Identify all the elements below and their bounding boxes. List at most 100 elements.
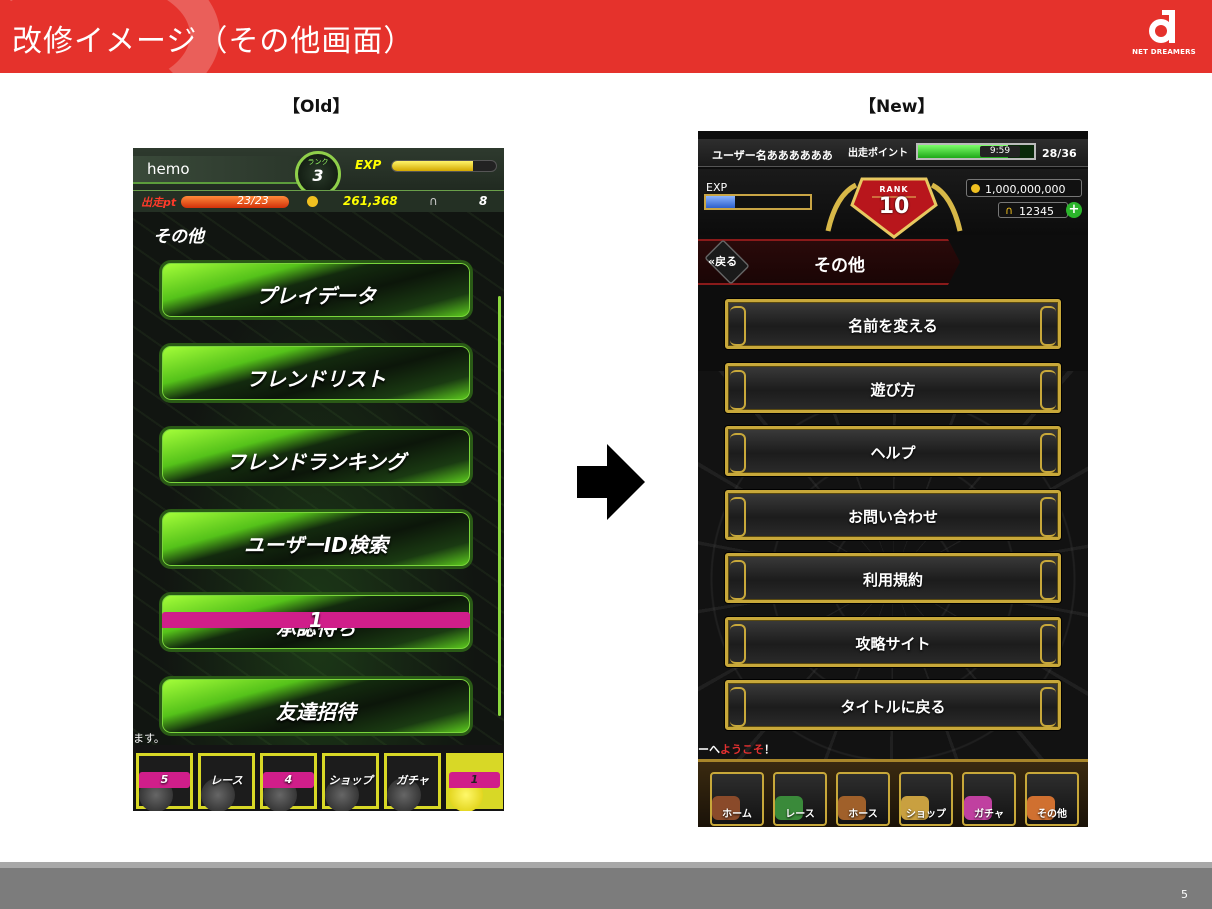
old-menu-button[interactable]: フレンドランキング — [159, 426, 473, 486]
new-screen: ユーザー名ああああああ 出走ポイント 9:59 28/36 EXP RANK 1… — [698, 131, 1088, 827]
new-exp-label: EXP — [706, 181, 728, 194]
new-nav-tab-label: ホース — [848, 809, 878, 820]
new-pt-value: 28/36 — [1042, 147, 1077, 160]
new-nav-tab-label: ショップ — [906, 809, 946, 820]
logo-mark-icon — [1149, 10, 1175, 43]
new-menu-button[interactable]: 名前を変える — [725, 299, 1061, 349]
slide-title: 改修イメージ（その他画面） — [12, 24, 415, 59]
new-coins: 1,000,000,000 — [985, 183, 1066, 196]
new-coin-box: 1,000,000,000 — [966, 179, 1082, 197]
notification-badge: 4 — [263, 772, 314, 788]
new-menu-button-label: 攻略サイト — [855, 634, 931, 653]
new-nav-tab[interactable]: その他 — [1025, 772, 1079, 826]
old-nav-tab-label: ガチャ — [396, 774, 429, 787]
old-pt-value: 23/23 — [237, 194, 269, 207]
net-dreamers-logo: NET DREAMERS — [1124, 6, 1204, 70]
old-menu-button-label: プレイデータ — [256, 284, 376, 308]
new-menu-button[interactable]: 遊び方 — [725, 362, 1061, 413]
old-nav-tab[interactable]: ホース4 — [260, 753, 317, 811]
old-menu-button-label: 友達招待 — [276, 700, 356, 724]
new-nav-tab-label: その他 — [1037, 809, 1067, 820]
notification-badge: 1 — [162, 610, 470, 630]
new-nav-tab[interactable]: ホーム — [710, 772, 764, 826]
old-horseshoes: 8 — [479, 194, 488, 208]
new-nav-tab[interactable]: レース — [773, 772, 827, 826]
old-status-header: hemo ランク 3 EXP 出走pt 23/23 261,368 ∩ 8 — [133, 148, 504, 212]
old-nav-tab-label: ショップ — [328, 774, 373, 787]
old-pt-label: 出走pt — [141, 196, 177, 209]
new-menu-button[interactable]: お問い合わせ — [725, 489, 1061, 540]
back-text: 戻る — [715, 255, 738, 268]
new-menu-button[interactable]: 利用規約 — [725, 553, 1061, 603]
old-scrollbar[interactable] — [498, 296, 501, 716]
old-ticker: ます。 — [133, 732, 165, 745]
new-username: ユーザー名ああああああ — [712, 149, 833, 162]
old-menu-button[interactable]: フレンドリスト — [159, 343, 473, 403]
slide: 改修イメージ（その他画面） NET DREAMERS 【Old】 【New】 h… — [0, 0, 1212, 909]
new-nav-tab-label: ホーム — [722, 809, 752, 820]
new-status-panel: EXP RANK 10 1,000,000,000 ∩ 12345 + — [698, 169, 1088, 239]
ticker-prefix: ーへ — [698, 743, 720, 756]
coin-icon — [971, 184, 980, 193]
new-nav-tab-label: レース — [785, 809, 815, 820]
old-section-title: その他 — [153, 227, 204, 247]
old-menu-button-label: ユーザーID検索 — [244, 533, 388, 557]
new-horseshoes: 12345 — [1019, 205, 1054, 218]
old-bottom-nav: ホーム5 レース ホース4 ショップ ガチャ その他1 — [133, 745, 504, 811]
old-nav-tab[interactable]: その他1 — [446, 753, 503, 811]
new-menu-button-label: タイトルに戻る — [840, 698, 946, 716]
old-menu-button[interactable]: 友達招待 — [159, 676, 473, 736]
old-screen: hemo ランク 3 EXP 出走pt 23/23 261,368 ∩ 8 その… — [133, 148, 504, 811]
old-menu-button[interactable]: プレイデータ — [159, 260, 473, 320]
new-menu-button-label: お問い合わせ — [847, 507, 938, 526]
new-menu-button-label: ヘルプ — [870, 444, 916, 462]
new-nav-tab[interactable]: ホース — [836, 772, 890, 826]
old-rank-value: 3 — [312, 166, 324, 185]
new-nav-tab[interactable]: ガチャ — [962, 772, 1016, 826]
coin-icon — [307, 196, 318, 207]
old-exp-fill — [392, 161, 474, 171]
old-exp-label: EXP — [355, 158, 382, 172]
old-menu-button-label: フレンドリスト — [246, 367, 386, 391]
new-menu-button[interactable]: ヘルプ — [725, 426, 1061, 476]
new-menu-button[interactable]: 攻略サイト — [725, 616, 1061, 667]
old-exp-bar — [391, 160, 497, 172]
horseshoe-icon: ∩ — [429, 194, 438, 208]
new-menu-button[interactable]: タイトルに戻る — [725, 680, 1061, 730]
old-nav-tab[interactable]: ショップ — [322, 753, 379, 811]
new-rank-badge: RANK 10 — [822, 175, 966, 239]
logo-text: NET DREAMERS — [1132, 48, 1196, 56]
new-menu-button-label: 名前を変える — [848, 317, 938, 335]
new-rank-value: 10 — [878, 194, 910, 219]
new-exp-bar — [704, 194, 812, 210]
footer-bar: 5 — [0, 862, 1212, 909]
old-user-panel: hemo — [133, 156, 303, 184]
old-pt-bar — [181, 196, 289, 208]
new-bottom-nav: ホーム レース ホース ショップ ガチャ その他 — [698, 759, 1088, 827]
old-menu-button[interactable]: ユーザーID検索 — [159, 509, 473, 569]
new-caption: 【New】 — [859, 97, 935, 117]
old-nav-tab[interactable]: ホーム5 — [136, 753, 193, 811]
page-number: 5 — [1181, 888, 1188, 901]
back-label: «戻る — [708, 255, 738, 268]
new-section-title: その他 — [814, 256, 865, 276]
new-exp-fill — [706, 196, 736, 208]
horseshoe-icon: ∩ — [1005, 204, 1014, 217]
new-nav-tab-label: ガチャ — [974, 809, 1004, 820]
old-menu-button[interactable]: 承認待ち 1 — [159, 592, 473, 652]
new-top-bar: ユーザー名ああああああ 出走ポイント 9:59 28/36 — [698, 139, 1088, 167]
old-nav-tab-label: レース — [210, 774, 243, 787]
add-horseshoe-button[interactable]: + — [1066, 202, 1082, 218]
new-pt-label: 出走ポイント — [848, 148, 908, 159]
new-nav-tab[interactable]: ショップ — [899, 772, 953, 826]
ticker-suffix: ！ — [764, 743, 775, 756]
new-ticker: ーへようこそ！ — [698, 741, 775, 757]
new-horseshoe-box: ∩ 12345 — [998, 202, 1068, 218]
old-nav-tab[interactable]: ガチャ — [384, 753, 441, 811]
old-nav-tab[interactable]: レース — [198, 753, 255, 811]
notification-badge: 5 — [139, 772, 190, 788]
old-stat-row: 出走pt 23/23 261,368 ∩ 8 — [133, 190, 504, 212]
ticker-highlight: ようこそ — [720, 743, 764, 756]
new-menu-button-label: 利用規約 — [862, 571, 923, 589]
old-menu-button-label: フレンドランキング — [226, 450, 406, 474]
